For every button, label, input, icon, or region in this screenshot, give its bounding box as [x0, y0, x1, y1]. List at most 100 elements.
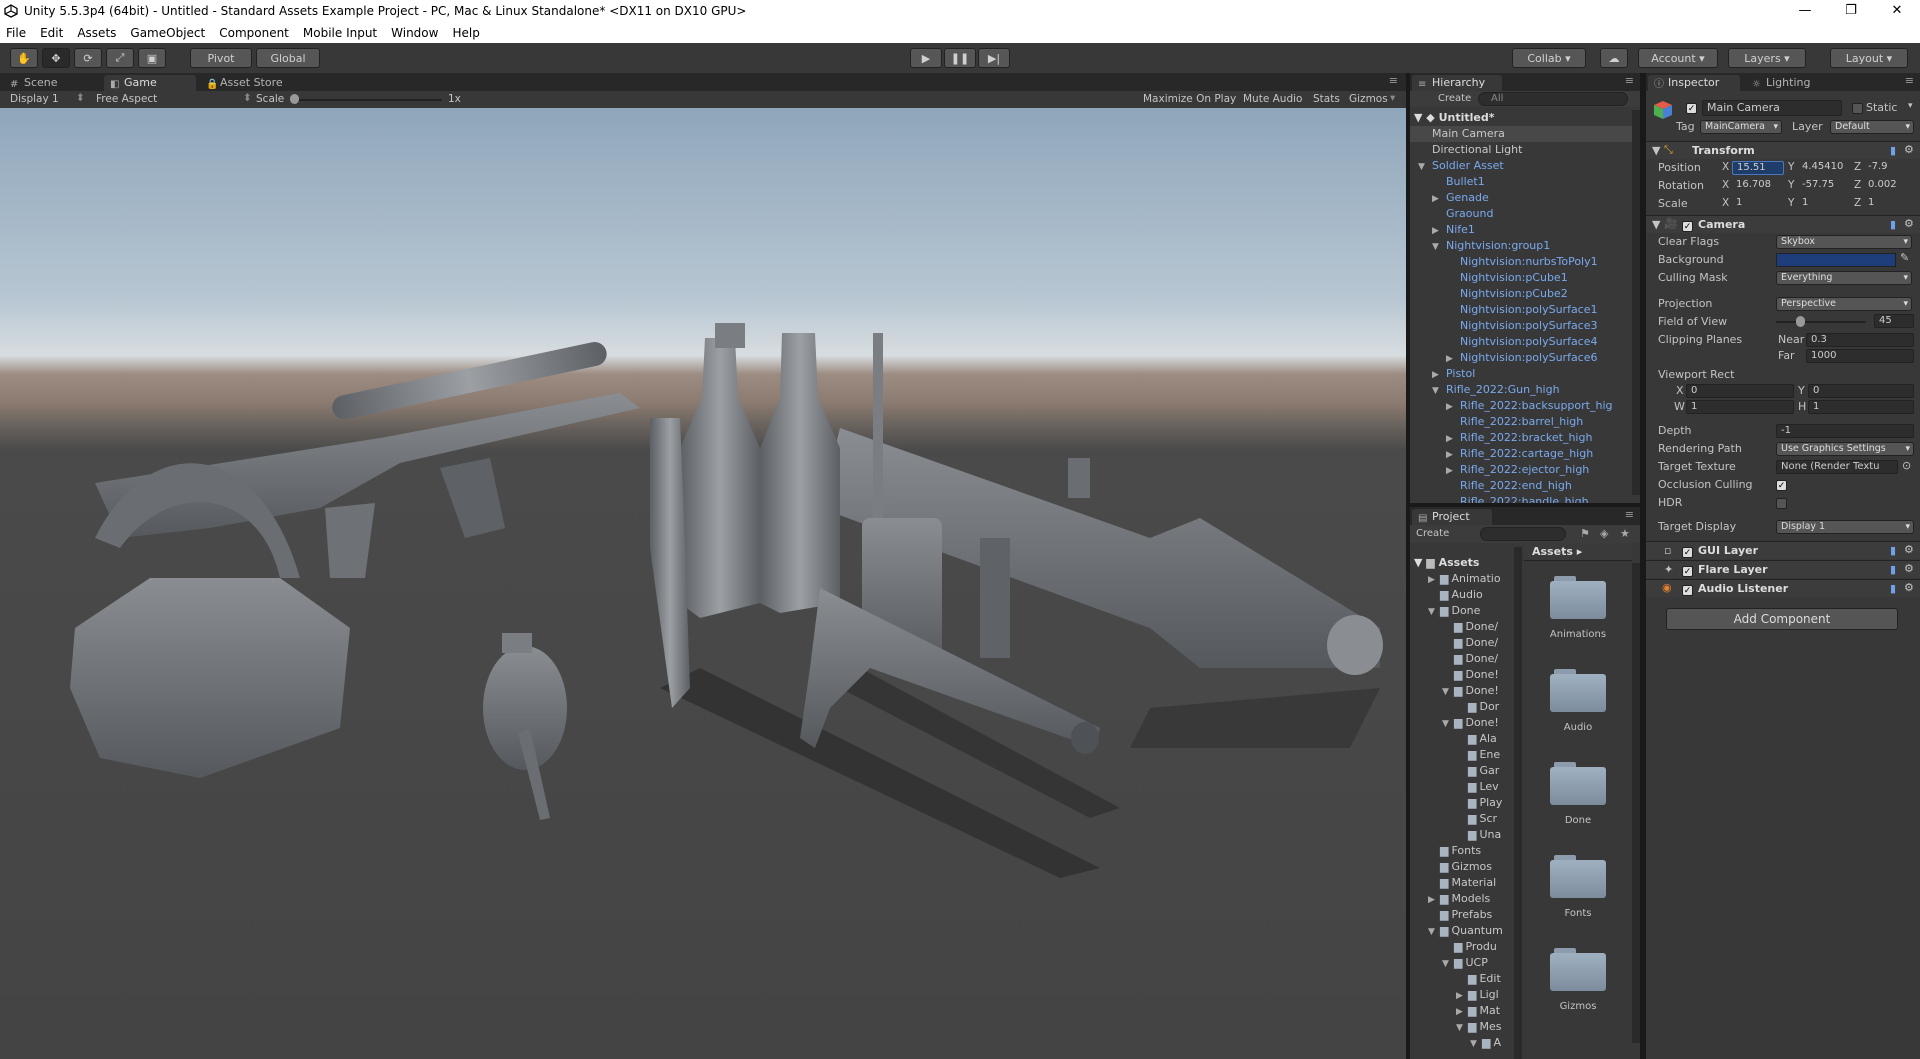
foldout-arrow-icon[interactable]: ▼	[1432, 383, 1446, 399]
project-tree-scrollbar[interactable]	[1514, 547, 1522, 1059]
project-menu-icon[interactable]: ≡	[1625, 508, 1634, 521]
gui-layer-checkbox[interactable]: ✓	[1682, 545, 1693, 558]
foldout-arrow-icon[interactable]: ▼	[1428, 604, 1440, 620]
pause-button[interactable]: ❚❚	[944, 48, 976, 68]
foldout-arrow-icon[interactable]: ▼	[1418, 159, 1432, 175]
tab-inspector[interactable]: ⓘ Inspector	[1648, 75, 1740, 91]
hierarchy-create-button[interactable]: Create	[1438, 93, 1471, 104]
foldout-arrow-icon[interactable]: ▼	[1442, 956, 1454, 972]
foldout-arrow-icon[interactable]: ▶	[1428, 572, 1440, 588]
object-name-field[interactable]: Main Camera	[1702, 100, 1842, 116]
foldout-arrow-icon[interactable]: ▼	[1428, 924, 1440, 940]
axis-label[interactable]: Z	[1854, 197, 1861, 209]
gear-icon[interactable]: ⚙	[1904, 217, 1914, 230]
object-picker-icon[interactable]: ⊙	[1902, 459, 1911, 472]
far-field[interactable]: 1000	[1806, 349, 1914, 363]
project-tree-item[interactable]: ▶ ▆ Ligl	[1456, 987, 1499, 1003]
project-tree-item[interactable]: ▼ ▆ Done!	[1442, 683, 1499, 699]
rect-tool-icon[interactable]: ▣	[138, 48, 166, 68]
scene-root[interactable]: ▼ ◆ Untitled*	[1414, 110, 1495, 126]
foldout-arrow-icon[interactable]: ▼	[1442, 684, 1454, 700]
project-tree-item[interactable]: ▆ Ene	[1456, 747, 1500, 763]
project-tree-item[interactable]: ▆ Gizmos	[1428, 859, 1492, 875]
help-book-icon[interactable]: ▮	[1890, 582, 1896, 595]
scale-y-field[interactable]: 1	[1798, 197, 1850, 211]
flare-layer-header[interactable]: ✦ ✓ Flare Layer ▮ ⚙	[1646, 560, 1920, 578]
display-dropdown[interactable]: Display 1	[10, 93, 59, 105]
target-texture-field[interactable]: None (Render Textu	[1776, 460, 1898, 474]
foldout-arrow-icon[interactable]: ▶	[1432, 223, 1446, 239]
project-tree-item[interactable]: ▆ Ala	[1456, 731, 1497, 747]
hierarchy-item[interactable]: ▶ Rifle_2022:bracket_high	[1446, 430, 1632, 446]
axis-label[interactable]: Z	[1854, 179, 1861, 191]
project-tree-item[interactable]: ▆ Dor	[1456, 699, 1499, 715]
hierarchy-item[interactable]: Graound	[1432, 206, 1632, 222]
near-field[interactable]: 0.3	[1806, 333, 1914, 347]
eyedropper-icon[interactable]: ✎	[1900, 251, 1909, 264]
hierarchy-search-input[interactable]: All	[1478, 92, 1628, 106]
project-create-button[interactable]: Create	[1416, 528, 1449, 539]
gear-icon[interactable]: ⚙	[1904, 562, 1914, 575]
hierarchy-item[interactable]: Main Camera	[1410, 126, 1632, 142]
maximize-on-play-toggle[interactable]: Maximize On Play	[1143, 93, 1236, 105]
foldout-arrow-icon[interactable]: ▼	[1456, 1020, 1468, 1036]
project-tree-item[interactable]: ▶ ▆ Animatio	[1428, 571, 1501, 587]
transform-header[interactable]: ▼ ⤡ Transform ▮ ⚙	[1646, 141, 1920, 159]
axis-label[interactable]: X	[1722, 179, 1729, 191]
audio-listener-checkbox[interactable]: ✓	[1682, 583, 1693, 596]
viewport-y-field[interactable]: 0	[1808, 384, 1914, 398]
pivot-toggle[interactable]: Pivot	[190, 48, 252, 68]
scale-tool-icon[interactable]: ⤢	[106, 48, 134, 68]
hierarchy-item[interactable]: Bullet1	[1432, 174, 1632, 190]
menu-mobile-input[interactable]: Mobile Input	[303, 26, 377, 40]
project-tree-item[interactable]: ▆ Una	[1456, 827, 1501, 843]
hierarchy-item[interactable]: Rifle_2022:barrel_high	[1446, 414, 1632, 430]
clear-flags-dropdown[interactable]: Skybox	[1776, 235, 1912, 249]
aspect-dropdown[interactable]: Free Aspect	[96, 93, 157, 105]
project-tree-item[interactable]: ▆ Material	[1428, 875, 1496, 891]
project-tree-item[interactable]: ▆ Edit	[1456, 971, 1501, 987]
menu-edit[interactable]: Edit	[40, 26, 63, 40]
menu-gameobject[interactable]: GameObject	[130, 26, 205, 40]
hierarchy-item[interactable]: Directional Light	[1418, 142, 1632, 158]
project-tree-item[interactable]: ▆ Produ	[1442, 939, 1497, 955]
move-tool-icon[interactable]: ✥	[42, 48, 70, 68]
fov-slider[interactable]	[1776, 321, 1866, 323]
global-toggle[interactable]: Global	[256, 48, 320, 68]
account-dropdown[interactable]: Account ▾	[1638, 48, 1718, 68]
gui-layer-header[interactable]: ▫ ✓ GUI Layer ▮ ⚙	[1646, 541, 1920, 559]
favorite-star-icon[interactable]: ★	[1620, 527, 1630, 540]
hierarchy-item[interactable]: ▶ Rifle_2022:ejector_high	[1446, 462, 1632, 478]
project-tree-item[interactable]: ▶ ▆ Mat	[1456, 1003, 1500, 1019]
foldout-arrow-icon[interactable]: ▶	[1432, 191, 1446, 207]
position-y-field[interactable]: 4.45410	[1798, 161, 1850, 175]
scale-slider-thumb[interactable]	[290, 94, 299, 104]
project-tree-item[interactable]: ▆ Done/	[1442, 619, 1498, 635]
position-x-field[interactable]: 15.51	[1732, 161, 1784, 175]
assets-root[interactable]: ▼ ▆ Assets	[1414, 555, 1479, 571]
step-button[interactable]: ▶|	[978, 48, 1010, 68]
camera-enabled-checkbox[interactable]: ✓	[1682, 219, 1693, 232]
menu-window[interactable]: Window	[391, 26, 438, 40]
menu-component[interactable]: Component	[219, 26, 289, 40]
foldout-arrow-icon[interactable]: ▼	[1442, 716, 1454, 732]
tag-dropdown[interactable]: MainCamera	[1700, 120, 1782, 134]
depth-field[interactable]: -1	[1776, 424, 1914, 438]
rotation-x-field[interactable]: 16.708	[1732, 179, 1784, 193]
layout-dropdown[interactable]: Layout ▾	[1830, 48, 1908, 68]
hierarchy-item[interactable]: ▶ Pistol	[1432, 366, 1632, 382]
hierarchy-item[interactable]: ▶ Rifle_2022:backsupport_hig	[1446, 398, 1632, 414]
tab-asset-store[interactable]: 🔒 Asset Store	[200, 75, 291, 91]
foldout-arrow-icon[interactable]: ▶	[1446, 431, 1460, 447]
hierarchy-item[interactable]: Nightvision:pCube1	[1446, 270, 1632, 286]
project-tree-item[interactable]: ▼ ▆ UCP	[1442, 955, 1488, 971]
rendering-path-dropdown[interactable]: Use Graphics Settings	[1776, 442, 1914, 456]
project-folder-tile[interactable]: Animations	[1524, 563, 1632, 653]
tab-project[interactable]: ▤ Project	[1412, 509, 1492, 525]
project-grid-scrollbar[interactable]	[1632, 563, 1640, 1043]
minimize-icon[interactable]: —	[1782, 0, 1828, 22]
axis-label[interactable]: Z	[1854, 161, 1861, 173]
axis-label[interactable]: X	[1722, 161, 1729, 173]
foldout-arrow-icon[interactable]: ▶	[1446, 447, 1460, 463]
filter-label-icon[interactable]: ◈	[1600, 527, 1608, 540]
